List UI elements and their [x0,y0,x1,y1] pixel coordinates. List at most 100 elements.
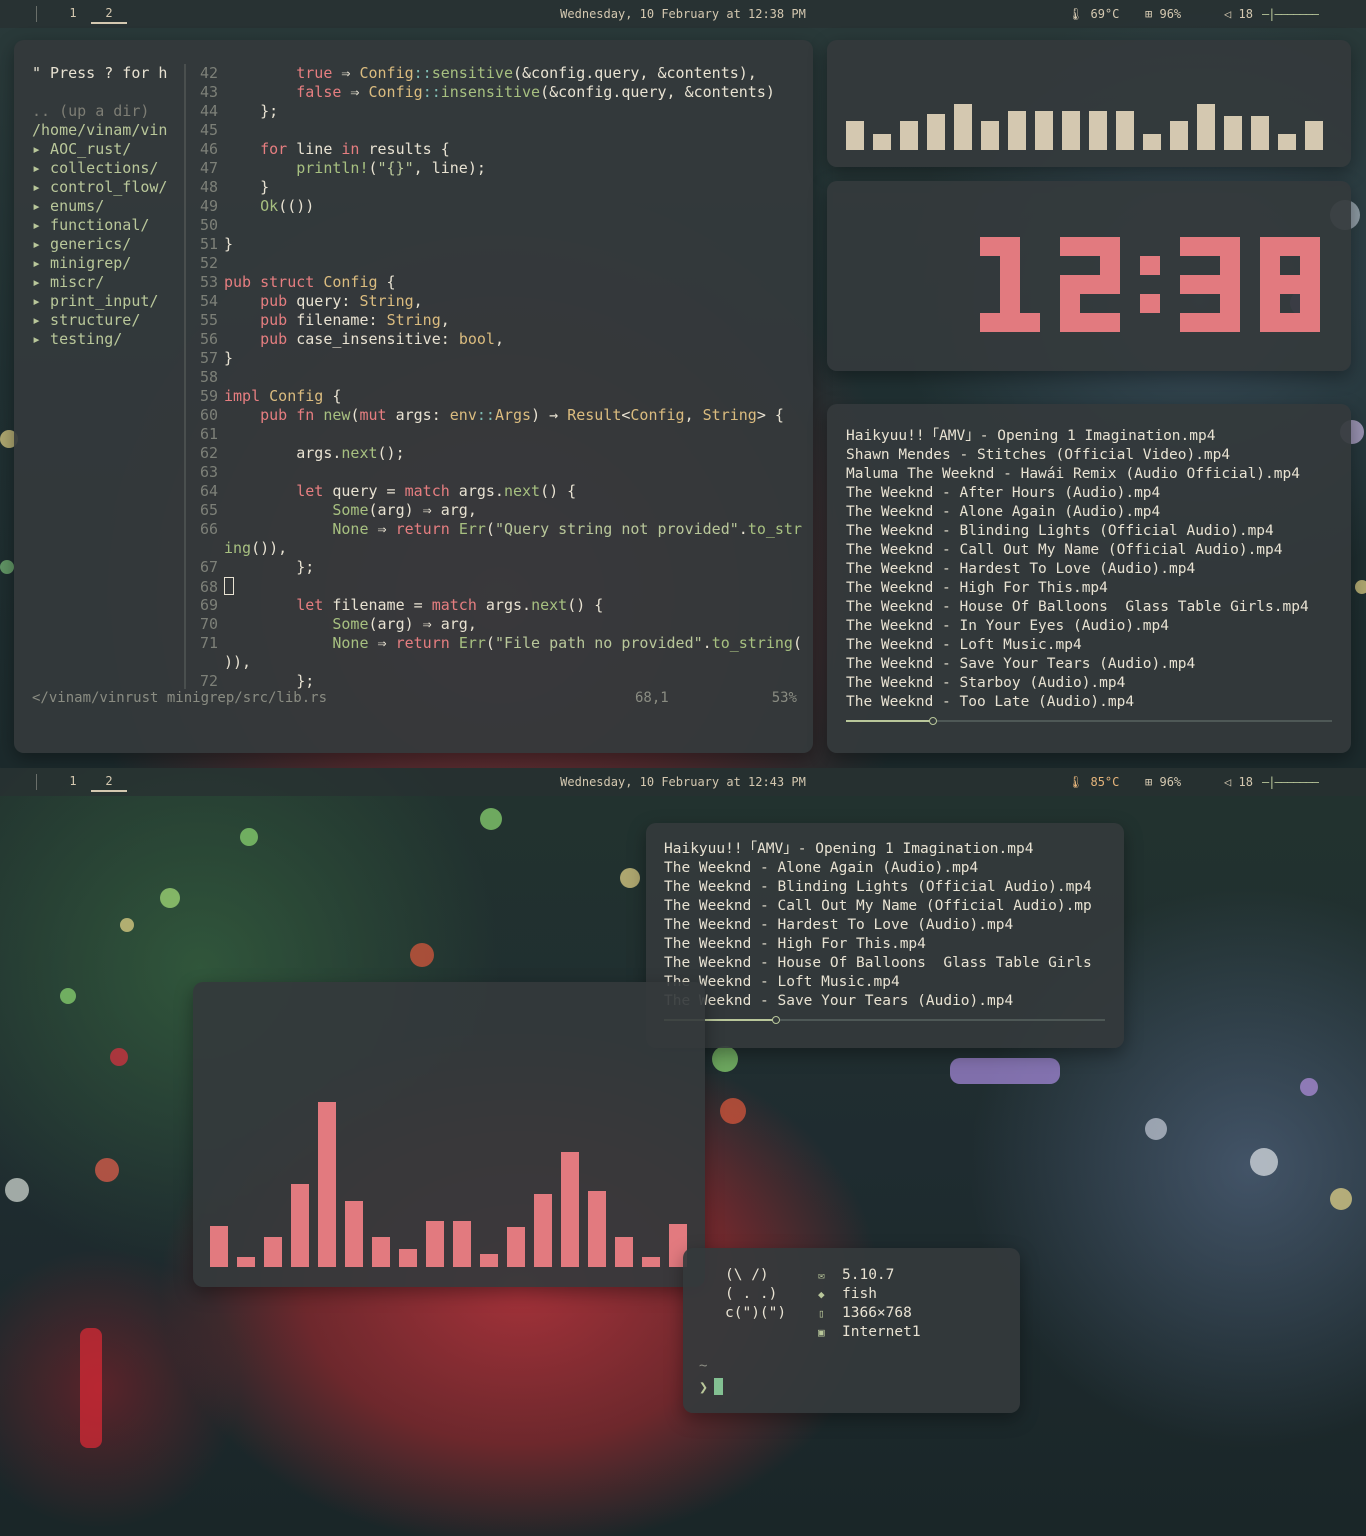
code-line[interactable]: 49 Ok(()) [186,197,801,216]
temperature-value: 69°C [1090,7,1120,21]
playlist-track[interactable]: The Weeknd - Hardest To Love (Audio).mp4 [846,560,1309,579]
tree-item[interactable]: ▸ minigrep/ [32,254,182,273]
code-line[interactable]: 51} [186,235,801,254]
code-line[interactable]: 63 [186,463,801,482]
code-line[interactable]: 68 [186,577,801,596]
volume-slider[interactable]: —|——————— [1262,775,1319,789]
info-kernel: ✉ 5.10.7 [818,1266,921,1285]
tree-item[interactable]: ▸ AOC_rust/ [32,140,182,159]
music-playlist[interactable]: Haikyuu!!「AMV」- Opening 1 Imagination.mp… [646,823,1124,1048]
code-line[interactable]: 67 }; [186,558,801,577]
playlist-track[interactable]: The Weeknd - Blinding Lights (Official A… [846,522,1309,541]
code-line[interactable]: 48 } [186,178,801,197]
playlist-track[interactable]: The Weeknd - Alone Again (Audio).mp4 [846,503,1309,522]
code-line[interactable]: 52 [186,254,801,273]
code-line[interactable]: 69 let filename = match args.next() { [186,596,801,615]
vim-editor-window[interactable]: " Press ? for h .. (up a dir) /home/vina… [14,40,813,753]
music-playlist[interactable]: Haikyuu!!「AMV」- Opening 1 Imagination.mp… [827,404,1351,753]
tree-item[interactable]: ▸ testing/ [32,330,182,349]
playlist-track[interactable]: The Weeknd - Alone Again (Audio).mp4 [664,859,1092,878]
code-line[interactable]: 47 println!("{}", line); [186,159,801,178]
code-line[interactable]: 50 [186,216,801,235]
playlist-track[interactable]: The Weeknd - Save Your Tears (Audio).mp4 [664,992,1092,1011]
line-number: 46 [199,140,218,158]
code-line[interactable]: )), [186,653,801,672]
code-line[interactable]: 45 [186,121,801,140]
info-value: 5.10.7 [842,1267,895,1283]
tree-up-dir[interactable]: .. (up a dir) [32,102,182,121]
code-line[interactable]: 71 None ⇒ return Err("File path no provi… [186,634,802,653]
tree-item[interactable]: ▸ functional/ [32,216,182,235]
playlist-track[interactable]: The Weeknd - House Of Balloons Glass Tab… [664,954,1092,973]
code-line[interactable]: 70 Some(arg) ⇒ arg, [186,615,801,634]
code-line[interactable]: 64 let query = match args.next() { [186,482,801,501]
tree-item[interactable]: ▸ enums/ [32,197,182,216]
playlist-track[interactable]: The Weeknd - Call Out My Name (Official … [664,897,1092,916]
code-line[interactable]: 61 [186,425,801,444]
code-line[interactable]: 72 }; [186,672,801,691]
code-line[interactable]: 66 None ⇒ return Err("Query string not p… [186,520,802,539]
clock-pixel [1260,275,1280,294]
code-line[interactable]: 43 false ⇒ Config::insensitive(&config.q… [186,83,801,102]
playlist-track[interactable]: The Weeknd - Loft Music.mp4 [664,973,1092,992]
battery-icon: ⊞ [1145,7,1153,21]
tree-item[interactable]: ▸ structure/ [32,311,182,330]
fish-terminal[interactable]: (\ /) ( . .) c(")(") ✉ 5.10.7 ◆ fish ▯ 1366×7… [683,1248,1020,1413]
tree-item[interactable]: ▸ generics/ [32,235,182,254]
code-line[interactable]: ing()), [186,539,801,558]
visualizer-bar [1116,111,1134,150]
clock-pixel [1260,294,1280,313]
playlist-track[interactable]: The Weeknd - High For This.mp4 [846,579,1309,598]
statusline-file: </vinam/vinrust minigrep/src/lib.rs [32,690,328,706]
playlist-track[interactable]: The Weeknd - Hardest To Love (Audio).mp4 [664,916,1092,935]
shell-prompt[interactable]: ❯ [699,1378,724,1396]
code-line[interactable]: 44 }; [186,102,801,121]
code-line[interactable]: 60 pub fn new(mut args: env::Args) → Res… [186,406,801,425]
code-line[interactable]: 54 pub query: String, [186,292,801,311]
code-line[interactable]: 57} [186,349,801,368]
clock-pixel [1260,256,1280,275]
code-line[interactable]: 58 [186,368,801,387]
code-line[interactable]: 42 true ⇒ Config::sensitive(&config.quer… [186,64,801,83]
code-line[interactable]: 59 impl Config { [186,387,801,406]
statusline-percent: 53% [771,690,797,706]
playlist-track[interactable]: Haikyuu!!「AMV」- Opening 1 Imagination.mp… [664,840,1092,859]
playlist-track[interactable]: The Weeknd - Call Out My Name (Official … [846,541,1309,560]
playlist-track[interactable]: Haikyuu!!「AMV」- Opening 1 Imagination.mp… [846,427,1309,446]
playback-progress[interactable] [664,1016,1105,1024]
tree-item[interactable]: ▸ control_flow/ [32,178,182,197]
playlist-track[interactable]: The Weeknd - Too Late (Audio).mp4 [846,693,1309,712]
playlist-track[interactable]: The Weeknd - In Your Eyes (Audio).mp4 [846,617,1309,636]
playlist-tracks[interactable]: Haikyuu!!「AMV」- Opening 1 Imagination.mp… [846,427,1309,712]
playlist-track[interactable]: The Weeknd - Blinding Lights (Official A… [664,878,1092,897]
playlist-track[interactable]: The Weeknd - Loft Music.mp4 [846,636,1309,655]
code-line[interactable]: 46 for line in results { [186,140,801,159]
code-line[interactable]: 53 pub struct Config { [186,273,801,292]
terminal-cursor [714,1378,724,1395]
playlist-track[interactable]: The Weeknd - House Of Balloons Glass Tab… [846,598,1309,617]
tree-item[interactable]: ▸ collections/ [32,159,182,178]
volume-slider[interactable]: —|——————— [1262,7,1319,21]
volume-indicator[interactable]: ◁ 18 [1224,7,1253,21]
playlist-tracks[interactable]: Haikyuu!!「AMV」- Opening 1 Imagination.mp… [664,840,1092,1011]
ascii-line: ( . .) [725,1286,778,1302]
playlist-track[interactable]: The Weeknd - Save Your Tears (Audio).mp4 [846,655,1309,674]
code-line[interactable]: 55 pub filename: String, [186,311,801,330]
clock-pixel [980,237,1000,256]
progress-knob[interactable] [929,717,937,725]
playback-progress[interactable] [846,717,1332,725]
progress-fill [846,720,933,722]
code-line[interactable]: 65 Some(arg) ⇒ arg, [186,501,801,520]
code-buffer[interactable]: 42 true ⇒ Config::sensitive(&config.quer… [186,64,802,691]
playlist-track[interactable]: The Weeknd - High For This.mp4 [664,935,1092,954]
playlist-track[interactable]: Shawn Mendes - Stitches (Official Video)… [846,446,1309,465]
code-line[interactable]: 56 pub case_insensitive: bool, [186,330,801,349]
playlist-track[interactable]: The Weeknd - Starboy (Audio).mp4 [846,674,1309,693]
tree-item[interactable]: ▸ miscr/ [32,273,182,292]
progress-knob[interactable] [772,1016,780,1024]
tree-item[interactable]: ▸ print_input/ [32,292,182,311]
volume-indicator[interactable]: ◁ 18 [1224,775,1253,789]
playlist-track[interactable]: Maluma The Weeknd - Hawái Remix (Audio O… [846,465,1309,484]
playlist-track[interactable]: The Weeknd - After Hours (Audio).mp4 [846,484,1309,503]
code-line[interactable]: 62 args.next(); [186,444,801,463]
